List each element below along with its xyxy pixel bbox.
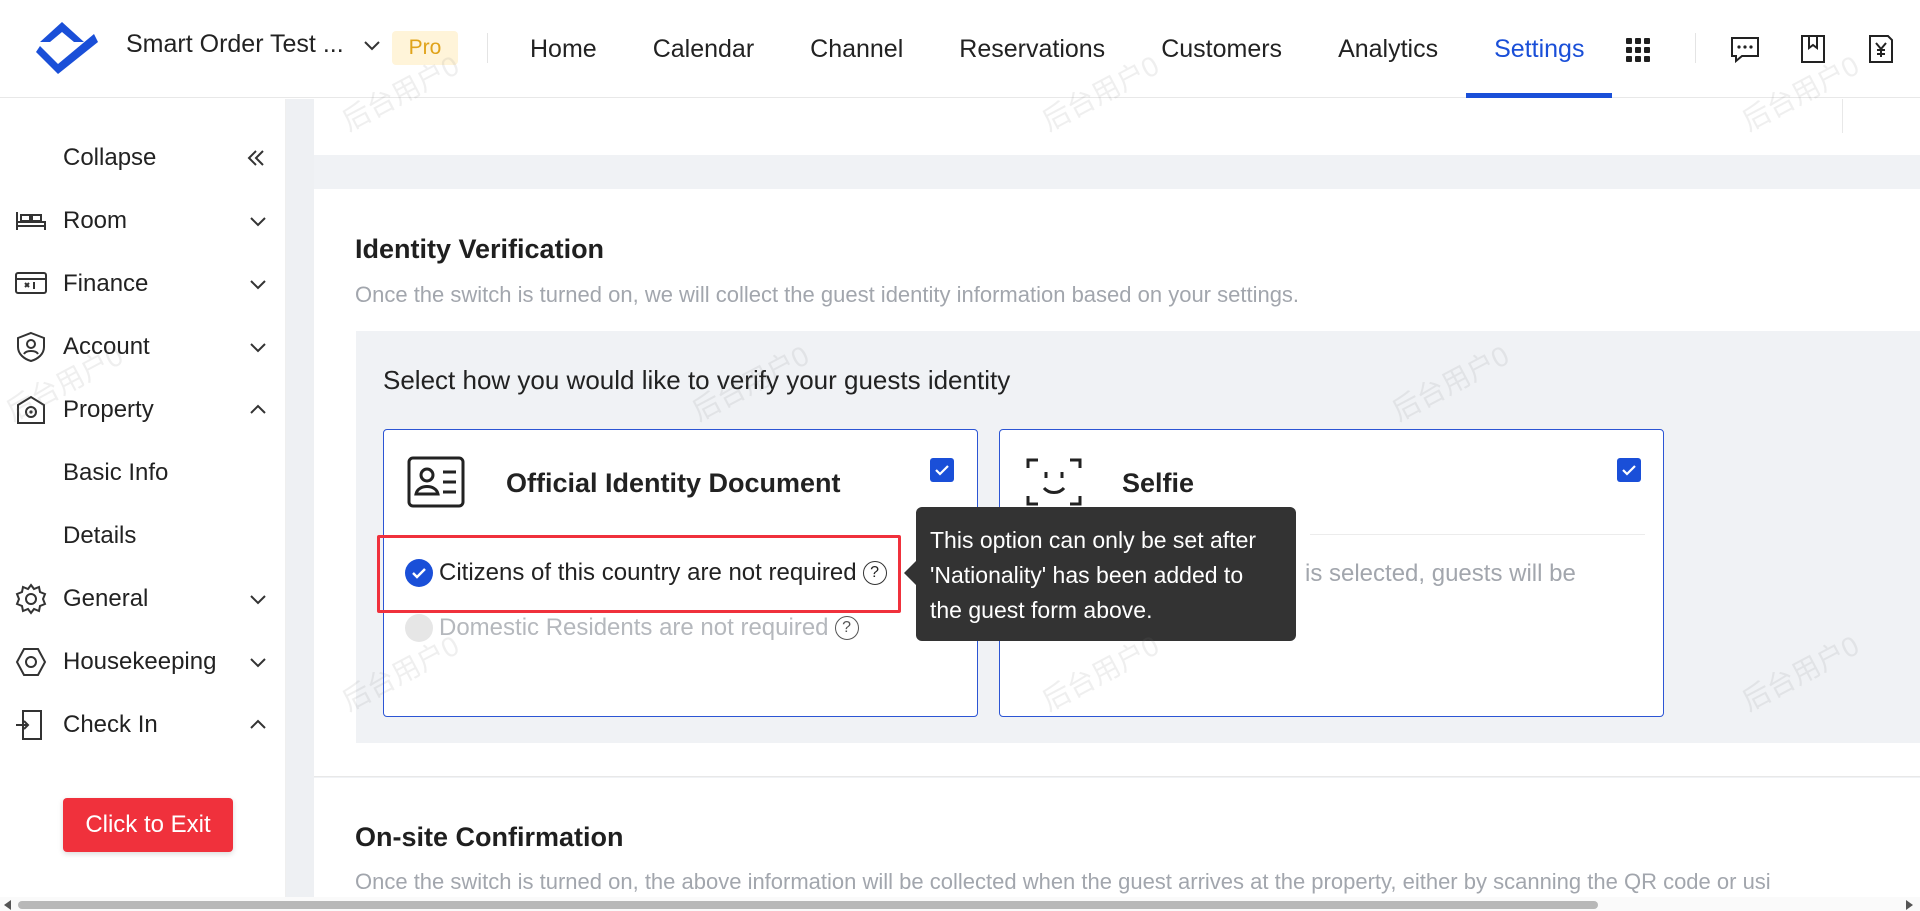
divider bbox=[1695, 33, 1696, 63]
divider bbox=[487, 33, 488, 63]
nav-customers[interactable]: Customers bbox=[1133, 0, 1310, 98]
section-description: Once the switch is turned on, the above … bbox=[355, 869, 1771, 894]
tooltip-line: the guest form above. bbox=[930, 597, 1153, 623]
hexagon-icon bbox=[15, 648, 47, 676]
door-icon bbox=[16, 710, 42, 740]
user-shield-icon bbox=[17, 331, 45, 363]
previous-section-card bbox=[314, 99, 1920, 155]
card-title: Official Identity Document bbox=[506, 468, 841, 498]
double-chevron-left-icon bbox=[247, 150, 264, 166]
nav-home[interactable]: Home bbox=[502, 0, 625, 98]
sidebar-item-check-in[interactable]: Check In bbox=[0, 695, 286, 755]
horizontal-scrollbar[interactable] bbox=[0, 897, 1920, 911]
sidebar-item-label: General bbox=[63, 585, 149, 612]
message-icon[interactable] bbox=[1728, 32, 1762, 66]
panel-question: Select how you would like to verify your… bbox=[383, 365, 1011, 395]
apps-grid-icon[interactable] bbox=[1626, 38, 1650, 62]
checkmark-icon bbox=[1622, 465, 1636, 476]
highlight-box bbox=[377, 535, 901, 613]
tooltip-line: This option can only be set after bbox=[930, 527, 1257, 553]
scrollbar-thumb[interactable] bbox=[18, 901, 1598, 909]
sidebar-item-account[interactable]: Account bbox=[0, 317, 286, 377]
sidebar-item-housekeeping[interactable]: Housekeeping bbox=[0, 632, 286, 692]
tooltip: This option can only be set after 'Natio… bbox=[904, 507, 1296, 641]
chevron-up-icon bbox=[250, 719, 266, 729]
header-icons bbox=[1728, 32, 1898, 66]
exit-button[interactable]: Click to Exit bbox=[63, 798, 233, 852]
sidebar-item-label: Collapse bbox=[63, 144, 157, 171]
tooltip-line: 'Nationality' has been added to bbox=[930, 562, 1244, 588]
account-name: Smart Order Test ... bbox=[126, 30, 344, 58]
yen-receipt-icon[interactable] bbox=[1864, 32, 1898, 66]
chevron-up-icon bbox=[250, 404, 266, 414]
id-card-icon bbox=[407, 456, 465, 508]
section-title: On-site Confirmation bbox=[355, 822, 624, 852]
sidebar: Collapse Room Finance Account Property B… bbox=[0, 99, 286, 911]
money-icon bbox=[15, 272, 47, 294]
chevron-down-icon bbox=[250, 595, 266, 605]
option-residents-not-required[interactable]: Domestic Residents are not required ? bbox=[405, 614, 859, 642]
selfie-description: is selected, guests will be bbox=[1305, 560, 1576, 587]
bed-icon bbox=[16, 212, 46, 230]
chevron-down-icon bbox=[250, 658, 266, 668]
sidebar-item-label: Housekeeping bbox=[63, 648, 217, 675]
sidebar-item-details[interactable]: Details bbox=[0, 506, 286, 566]
account-switcher[interactable]: Smart Order Test ... bbox=[126, 30, 382, 59]
sidebar-item-label: Property bbox=[63, 396, 154, 423]
sidebar-item-room[interactable]: Room bbox=[0, 191, 286, 251]
sidebar-item-general[interactable]: General bbox=[0, 569, 286, 629]
sidebar-item-finance[interactable]: Finance bbox=[0, 254, 286, 314]
nav-calendar[interactable]: Calendar bbox=[625, 0, 782, 98]
sidebar-scrollbar[interactable] bbox=[286, 99, 314, 911]
card-title: Selfie bbox=[1122, 468, 1195, 498]
chevron-down-icon bbox=[250, 280, 266, 290]
chevron-down-icon bbox=[250, 217, 266, 227]
bookmark-icon[interactable] bbox=[1796, 32, 1830, 66]
nav-reservations[interactable]: Reservations bbox=[931, 0, 1133, 98]
chevron-down-icon bbox=[363, 40, 380, 50]
sidebar-item-label: Finance bbox=[63, 270, 149, 297]
nav-analytics[interactable]: Analytics bbox=[1310, 0, 1466, 98]
help-icon[interactable]: ? bbox=[834, 616, 859, 640]
face-scan-icon bbox=[1026, 458, 1082, 506]
property-icon bbox=[17, 395, 45, 424]
sidebar-item-label: Account bbox=[63, 333, 150, 360]
checkmark-icon bbox=[935, 465, 949, 476]
sidebar-collapse[interactable]: Collapse bbox=[0, 128, 286, 188]
sidebar-item-basic-info[interactable]: Basic Info bbox=[0, 443, 286, 503]
chevron-down-icon bbox=[250, 343, 266, 353]
top-bar: Smart Order Test ... Pro Home Calendar C… bbox=[0, 0, 1920, 98]
sidebar-item-label: Room bbox=[63, 207, 128, 234]
section-description: Once the switch is turned on, we will co… bbox=[355, 282, 1300, 307]
sidebar-item-property[interactable]: Property bbox=[0, 380, 286, 440]
sidebar-item-label: Details bbox=[63, 522, 137, 549]
gear-icon bbox=[15, 583, 47, 615]
section-title: Identity Verification bbox=[355, 234, 605, 264]
main-nav: Home Calendar Channel Reservations Custo… bbox=[502, 0, 1613, 98]
app-logo-icon[interactable] bbox=[36, 20, 100, 76]
scroll-right-icon[interactable] bbox=[1906, 900, 1913, 910]
option-label: Domestic Residents are not required bbox=[439, 614, 829, 641]
document-checkbox[interactable] bbox=[930, 458, 954, 482]
nav-channel[interactable]: Channel bbox=[782, 0, 931, 98]
pro-badge: Pro bbox=[392, 31, 458, 65]
scroll-left-icon[interactable] bbox=[4, 900, 11, 910]
nav-settings[interactable]: Settings bbox=[1466, 0, 1613, 98]
sidebar-item-label: Basic Info bbox=[63, 459, 169, 486]
sidebar-item-label: Check In bbox=[63, 711, 158, 738]
radio-unselected[interactable] bbox=[405, 614, 433, 642]
selfie-checkbox[interactable] bbox=[1617, 458, 1641, 482]
